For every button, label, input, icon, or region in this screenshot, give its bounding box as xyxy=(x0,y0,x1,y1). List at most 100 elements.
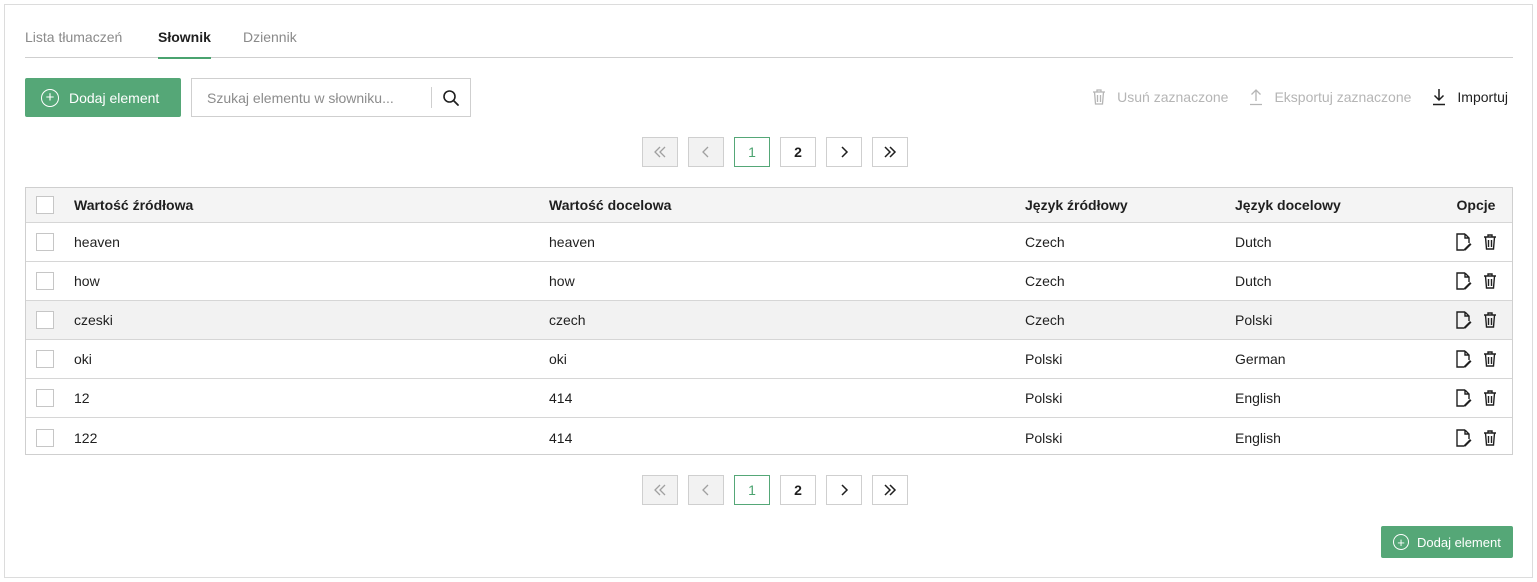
prev-page-button[interactable] xyxy=(688,475,724,505)
tab-translation-list[interactable]: Lista tłumaczeń xyxy=(25,29,122,58)
tab-bar: Lista tłumaczeń Słownik Dziennik xyxy=(25,29,1513,59)
chevron-left-icon xyxy=(702,146,709,158)
row-select-cell xyxy=(36,379,54,417)
first-page-button[interactable] xyxy=(642,137,678,167)
page-button-2[interactable]: 2 xyxy=(780,137,816,167)
double-chevron-right-icon xyxy=(884,146,897,158)
table-row[interactable]: how how Czech Dutch xyxy=(26,262,1512,301)
edit-icon xyxy=(1456,272,1472,290)
search-button[interactable] xyxy=(432,79,470,116)
last-page-button[interactable] xyxy=(872,475,908,505)
edit-button[interactable] xyxy=(1454,310,1472,330)
page-button-1[interactable]: 1 xyxy=(734,137,770,167)
row-checkbox[interactable] xyxy=(36,272,54,290)
download-icon xyxy=(1433,89,1446,106)
trash-icon xyxy=(1484,429,1496,446)
edit-icon xyxy=(1456,350,1472,368)
edit-icon xyxy=(1456,311,1472,329)
edit-button[interactable] xyxy=(1454,232,1472,252)
row-select-cell xyxy=(36,262,54,300)
last-page-button[interactable] xyxy=(872,137,908,167)
select-all-checkbox[interactable] xyxy=(36,196,54,214)
trash-icon xyxy=(1484,312,1496,328)
row-options xyxy=(1446,223,1506,261)
row-options xyxy=(1446,301,1506,339)
source-value: heaven xyxy=(74,234,120,250)
delete-button[interactable] xyxy=(1482,429,1498,447)
edit-icon xyxy=(1456,233,1472,251)
delete-button[interactable] xyxy=(1482,311,1498,329)
target-value: 414 xyxy=(549,390,573,406)
edit-button[interactable] xyxy=(1454,349,1472,369)
row-select-cell xyxy=(36,340,54,378)
search-input[interactable] xyxy=(192,79,431,116)
export-selected-label: Eksportuj zaznaczone xyxy=(1274,89,1412,105)
column-header-options: Opcje xyxy=(1456,197,1496,213)
row-options xyxy=(1446,262,1506,300)
column-header-source-value[interactable]: Wartość źródłowa xyxy=(74,188,193,222)
trash-icon xyxy=(1484,351,1496,367)
table-row[interactable]: oki oki Polski German xyxy=(26,340,1512,379)
delete-selected-label: Usuń zaznaczone xyxy=(1117,89,1229,105)
add-element-button[interactable]: + Dodaj element xyxy=(25,78,181,117)
source-value: how xyxy=(74,273,100,289)
source-language: Polski xyxy=(1025,429,1063,446)
row-checkbox[interactable] xyxy=(36,233,54,251)
table-row[interactable]: 12 414 Polski English xyxy=(26,379,1512,418)
page-button-1[interactable]: 1 xyxy=(734,475,770,505)
upload-icon xyxy=(1250,89,1263,106)
edit-button[interactable] xyxy=(1454,428,1472,448)
export-selected-button[interactable]: Eksportuj zaznaczone xyxy=(1248,88,1411,106)
row-options xyxy=(1446,379,1506,417)
column-header-target-value[interactable]: Wartość docelowa xyxy=(549,188,671,222)
row-checkbox[interactable] xyxy=(36,311,54,329)
delete-button[interactable] xyxy=(1482,233,1498,251)
source-value: oki xyxy=(74,351,92,367)
target-value: heaven xyxy=(549,234,595,250)
next-page-button[interactable] xyxy=(826,475,862,505)
table-row[interactable]: czeski czech Czech Polski xyxy=(26,301,1512,340)
chevron-right-icon xyxy=(841,484,849,496)
delete-selected-button[interactable]: Usuń zaznaczone xyxy=(1091,88,1228,106)
double-chevron-left-icon xyxy=(654,484,666,496)
tab-dictionary[interactable]: Słownik xyxy=(158,29,211,59)
bulk-actions: Usuń zaznaczone Eksportuj zaznaczone Imp… xyxy=(1071,88,1508,106)
row-checkbox[interactable] xyxy=(36,428,54,447)
row-checkbox[interactable] xyxy=(36,389,54,407)
source-value: czeski xyxy=(74,312,113,328)
row-select-cell xyxy=(36,223,54,261)
edit-button[interactable] xyxy=(1454,271,1472,291)
pagination-bottom: 1 2 xyxy=(642,475,908,505)
target-value: 414 xyxy=(549,429,573,446)
first-page-button[interactable] xyxy=(642,475,678,505)
chevron-right-icon xyxy=(841,146,849,158)
delete-button[interactable] xyxy=(1482,272,1498,290)
source-value: 122 xyxy=(74,429,98,446)
delete-button[interactable] xyxy=(1482,389,1498,407)
column-header-target-language[interactable]: Język docelowy xyxy=(1235,188,1341,222)
prev-page-button[interactable] xyxy=(688,137,724,167)
target-value: how xyxy=(549,273,575,289)
import-button[interactable]: Importuj xyxy=(1431,88,1508,106)
table-row[interactable]: 122 414 Polski English xyxy=(26,418,1512,457)
target-language: Dutch xyxy=(1235,273,1272,289)
edit-button[interactable] xyxy=(1454,388,1472,408)
target-language: English xyxy=(1235,429,1281,446)
target-language: German xyxy=(1235,351,1286,367)
chevron-left-icon xyxy=(702,484,709,496)
search-box xyxy=(191,78,471,117)
tab-log[interactable]: Dziennik xyxy=(243,29,297,58)
table-row[interactable]: heaven heaven Czech Dutch xyxy=(26,223,1512,262)
add-element-label: Dodaj element xyxy=(1417,534,1501,550)
next-page-button[interactable] xyxy=(826,137,862,167)
trash-icon xyxy=(1484,273,1496,289)
column-header-source-language[interactable]: Język źródłowy xyxy=(1025,188,1128,222)
page-button-2[interactable]: 2 xyxy=(780,475,816,505)
target-language: English xyxy=(1235,390,1281,406)
add-element-button-bottom[interactable]: + Dodaj element xyxy=(1381,526,1513,558)
row-checkbox[interactable] xyxy=(36,350,54,368)
plus-circle-icon: + xyxy=(41,88,59,107)
source-language: Czech xyxy=(1025,312,1065,328)
delete-button[interactable] xyxy=(1482,350,1498,368)
trash-icon xyxy=(1093,89,1106,105)
